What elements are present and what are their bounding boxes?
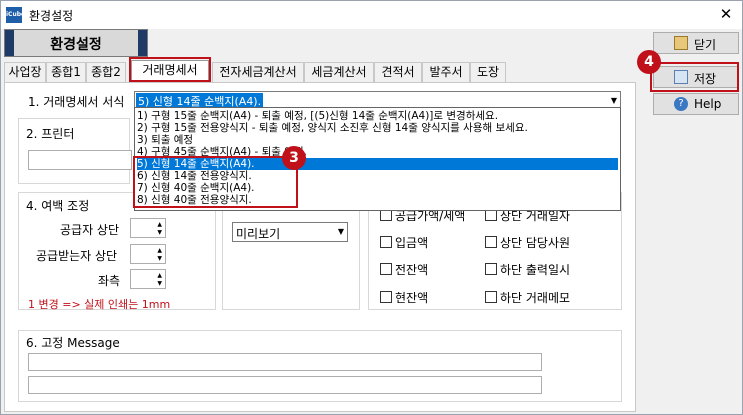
door-icon <box>674 36 688 50</box>
checkbox-deposit-label: 입금액 <box>395 236 429 250</box>
printer-field[interactable] <box>28 150 132 170</box>
tab-purchase-order[interactable]: 발주서 <box>422 62 470 82</box>
app-icon: iCube <box>6 7 25 23</box>
supplier-top-label: 공급자 상단 <box>60 223 120 237</box>
tab-general1[interactable]: 종합1 <box>46 62 86 82</box>
save-highlight-box <box>650 62 739 92</box>
checkbox-bottom-print-time-label: 하단 출력일시 <box>500 263 571 277</box>
spin-up-icon[interactable]: ▲ <box>157 272 162 280</box>
checkbox-current-balance[interactable] <box>380 291 392 303</box>
checkbox-prev-balance[interactable] <box>380 263 392 275</box>
checkbox-current-balance-label: 현잔액 <box>395 291 429 305</box>
spin-up-icon[interactable]: ▲ <box>157 221 162 229</box>
format-label: 1. 거래명세서 서식 <box>28 95 125 109</box>
dropdown-option[interactable]: 2) 구형 15줄 전용양식지 - 퇴출 예정, 양식지 소진후 신형 14줄 … <box>137 122 618 134</box>
left-margin-spinner[interactable]: ▲ ▼ <box>130 269 166 289</box>
chevron-down-icon[interactable]: ▼ <box>611 96 617 105</box>
chevron-down-icon[interactable]: ▼ <box>338 227 344 236</box>
tab-tax-invoice[interactable]: 세금계산서 <box>304 62 374 82</box>
preview-select-value: 미리보기 <box>236 227 281 241</box>
spin-down-icon[interactable]: ▼ <box>157 255 162 263</box>
page-banner: 환경설정 <box>4 29 148 57</box>
step-4-badge: 4 <box>637 50 661 74</box>
preview-select[interactable]: 미리보기 ▼ <box>232 222 348 242</box>
left-margin-label: 좌측 <box>98 274 121 288</box>
window-title: 환경설정 <box>29 9 74 23</box>
checkbox-top-staff[interactable] <box>485 236 497 248</box>
spin-down-icon[interactable]: ▼ <box>157 280 162 288</box>
checkbox-top-staff-label: 상단 담당사원 <box>500 236 571 250</box>
step-3-badge: 3 <box>282 146 306 170</box>
spin-up-icon[interactable]: ▲ <box>157 247 162 255</box>
tab-stamp[interactable]: 도장 <box>470 62 506 82</box>
receiver-top-label: 공급받는자 상단 <box>36 249 118 263</box>
checkbox-bottom-memo[interactable] <box>485 291 497 303</box>
help-button[interactable]: ? Help <box>653 93 739 115</box>
dropdown-option[interactable]: 3) 퇴출 예정 <box>137 134 618 146</box>
options-highlight-box <box>133 156 298 208</box>
dropdown-option[interactable]: 1) 구형 15줄 순백지(A4) - 퇴출 예정, [(5)신형 14줄 순백… <box>137 110 618 122</box>
message-label: 6. 고정 Message <box>24 334 122 351</box>
page-title: 환경설정 <box>50 37 102 53</box>
spin-down-icon[interactable]: ▼ <box>157 229 162 237</box>
close-icon[interactable]: ✕ <box>714 4 738 24</box>
tab-business[interactable]: 사업장 <box>4 62 46 82</box>
checkbox-prev-balance-label: 전잔액 <box>395 263 429 277</box>
help-button-label: Help <box>694 97 722 111</box>
tab-estimate[interactable]: 견적서 <box>374 62 422 82</box>
tab-general2[interactable]: 종합2 <box>86 62 126 82</box>
message-line-2[interactable] <box>28 376 542 394</box>
checkbox-bottom-memo-label: 하단 거래메모 <box>500 291 571 305</box>
margin-note: 1 변경 => 실제 인쇄는 1mm <box>28 298 171 311</box>
close-button[interactable]: 닫기 <box>653 32 739 54</box>
printer-label: 2. 프린터 <box>24 125 77 142</box>
tab-highlight-box <box>129 57 211 82</box>
tab-e-tax-invoice[interactable]: 전자세금계산서 <box>212 62 304 82</box>
message-line-1[interactable] <box>28 353 542 371</box>
close-button-label: 닫기 <box>694 38 717 52</box>
supplier-top-spinner[interactable]: ▲ ▼ <box>130 218 166 238</box>
margin-label: 4. 여백 조정 <box>24 197 92 214</box>
checkbox-bottom-print-time[interactable] <box>485 263 497 275</box>
title-bar: iCube 환경설정 ✕ <box>1 1 742 29</box>
help-icon: ? <box>674 97 688 111</box>
checkbox-deposit[interactable] <box>380 236 392 248</box>
receiver-top-spinner[interactable]: ▲ ▼ <box>130 244 166 264</box>
